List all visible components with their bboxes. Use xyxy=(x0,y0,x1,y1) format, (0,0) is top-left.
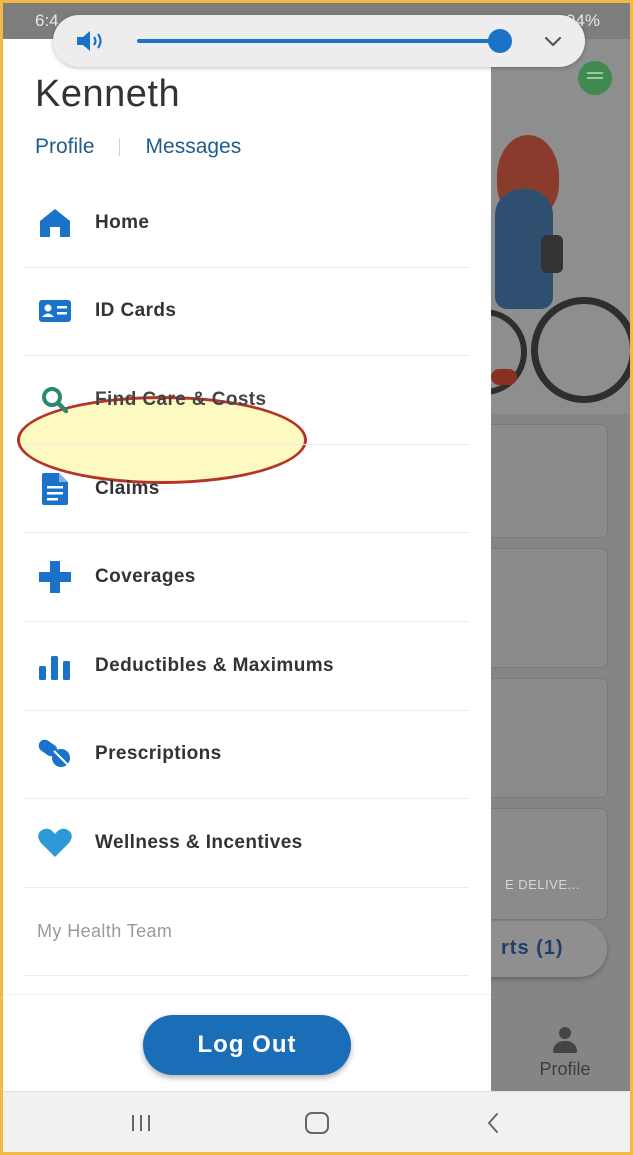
illustration-shoe xyxy=(491,369,517,385)
pill-icon xyxy=(37,736,73,772)
navigation-drawer: Kenneth Profile Messages Home ID Cards F… xyxy=(3,39,491,1091)
menu-item-label: Prescriptions xyxy=(95,743,222,765)
menu-item-wellness-incentives[interactable]: Wellness & Incentives xyxy=(23,799,469,888)
menu-item-label: Find Care & Costs xyxy=(95,388,267,410)
bg-card xyxy=(491,809,607,919)
menu-item-deductibles-maximums[interactable]: Deductibles & Maximums xyxy=(23,622,469,711)
system-nav-bar xyxy=(3,1091,630,1152)
heart-icon xyxy=(37,825,73,861)
menu-item-label: Coverages xyxy=(95,566,196,588)
bg-card xyxy=(491,679,607,797)
link-divider xyxy=(118,138,120,156)
menu-item-label: Claims xyxy=(95,477,160,499)
document-icon xyxy=(37,471,73,507)
medical-cross-icon xyxy=(37,559,73,595)
drawer-footer: Log Out xyxy=(3,994,491,1091)
menu-item-home[interactable]: Home xyxy=(23,179,469,268)
user-name: Kenneth xyxy=(35,73,181,115)
menu-item-prescriptions[interactable]: Prescriptions xyxy=(23,711,469,800)
back-icon[interactable] xyxy=(473,1106,513,1140)
volume-slider-thumb[interactable] xyxy=(487,29,512,53)
alerts-pill: rts (1) xyxy=(491,921,607,977)
bg-card xyxy=(491,549,607,667)
home-nav-icon[interactable] xyxy=(297,1106,337,1140)
illustration-bag xyxy=(541,235,563,273)
menu-item-coverages[interactable]: Coverages xyxy=(23,533,469,622)
messages-link[interactable]: Messages xyxy=(146,135,242,159)
menu-section-my-health-team[interactable]: My Health Team xyxy=(23,888,469,977)
menu-item-label: ID Cards xyxy=(95,300,177,322)
bg-card xyxy=(491,425,607,537)
bg-card-text: E DELIVE... xyxy=(505,877,580,892)
illustration-wheel xyxy=(531,297,630,403)
bottom-nav-profile-label: Profile xyxy=(539,1059,591,1079)
bar-chart-icon xyxy=(37,648,73,684)
menu-item-find-care-costs[interactable]: Find Care & Costs xyxy=(23,356,469,445)
id-card-icon xyxy=(37,293,73,329)
menu-item-id-cards[interactable]: ID Cards xyxy=(23,268,469,357)
volume-panel xyxy=(53,15,585,67)
volume-slider-track[interactable] xyxy=(137,39,507,43)
menu-item-label: Wellness & Incentives xyxy=(95,831,303,853)
bottom-nav-profile: Profile xyxy=(517,1027,613,1080)
menu-section-label: My Health Team xyxy=(37,921,173,942)
background-app: E DELIVE... rts (1) Profile xyxy=(491,39,630,1091)
menu-item-label: Deductibles & Maximums xyxy=(95,654,334,676)
search-icon xyxy=(37,382,73,418)
menu-item-label: Home xyxy=(95,211,150,233)
profile-icon xyxy=(552,1027,578,1055)
screen-frame: 6:4 94% E DELIVE... rts (1) Profile Kenn… xyxy=(0,0,633,1155)
logout-button[interactable]: Log Out xyxy=(143,1015,351,1075)
home-icon xyxy=(37,205,73,241)
alerts-pill-label: rts (1) xyxy=(501,937,564,959)
drawer-menu: Home ID Cards Find Care & Costs Claims C… xyxy=(23,179,469,977)
hero-illustration xyxy=(491,39,630,414)
profile-links: Profile Messages xyxy=(35,135,241,159)
recents-icon[interactable] xyxy=(121,1106,161,1140)
menu-item-claims[interactable]: Claims xyxy=(23,445,469,534)
chat-icon xyxy=(578,61,612,95)
profile-link[interactable]: Profile xyxy=(35,135,95,159)
chevron-down-icon[interactable] xyxy=(541,29,565,53)
speaker-icon[interactable] xyxy=(75,30,107,52)
